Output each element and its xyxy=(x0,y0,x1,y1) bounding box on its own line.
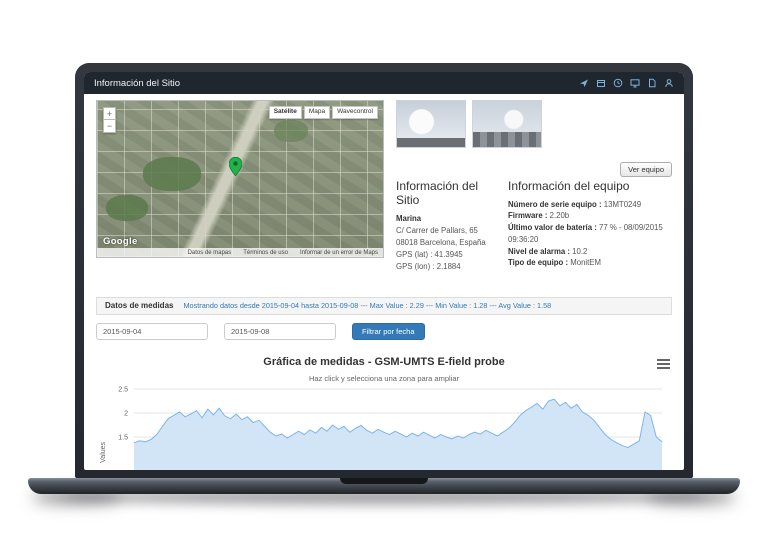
calendar-icon[interactable] xyxy=(596,78,606,88)
send-icon[interactable] xyxy=(579,78,589,88)
equipment-alarm-row: Nivel de alarma : 10.2 xyxy=(508,246,672,258)
equipment-type-row: Tipo de equipo : MonitEM xyxy=(508,257,672,269)
laptop-base xyxy=(28,478,740,494)
equipment-row-label: Número de serie equipo : xyxy=(508,199,602,209)
map-park-area xyxy=(274,119,309,142)
site-details-panel: Ver equipo Información del Sitio Marina … xyxy=(396,100,672,273)
equipment-photos xyxy=(396,100,672,148)
map[interactable]: + − Satélite Mapa Wavecontrol Google Dat… xyxy=(96,100,384,258)
equipment-row-value: 13MT0249 xyxy=(603,199,642,209)
filter-by-date-button[interactable]: Filtrar por fecha xyxy=(352,322,425,340)
map-map-button[interactable]: Mapa xyxy=(303,106,331,119)
page-content: + − Satélite Mapa Wavecontrol Google Dat… xyxy=(84,94,684,470)
svg-text:2.5: 2.5 xyxy=(118,386,128,393)
photo-antenna-1[interactable] xyxy=(396,100,466,148)
equipment-row-label: Último valor de batería : xyxy=(508,223,597,233)
site-name: Marina xyxy=(396,213,422,223)
site-gps-lon: GPS (lon) : 2.1884 xyxy=(396,261,461,271)
site-address-line2: 08018 Barcelona, España xyxy=(396,237,486,247)
google-logo[interactable]: Google xyxy=(103,236,138,247)
equipment-row-label: Nivel de alarma : xyxy=(508,246,570,256)
laptop-notch xyxy=(340,478,428,484)
svg-text:Values: Values xyxy=(100,441,107,462)
map-satellite-button[interactable]: Satélite xyxy=(268,106,302,119)
display-icon[interactable] xyxy=(630,78,640,88)
site-info-section: Información del Sitio Marina C/ Carrer d… xyxy=(396,179,500,273)
chart-subtitle: Haz click y selecciona una zona para amp… xyxy=(308,373,460,383)
equipment-battery-row: Último valor de batería : 77 % - 08/09/2… xyxy=(508,222,672,245)
map-zoom-control: + − xyxy=(103,107,116,133)
map-wavecontrol-button[interactable]: Wavecontrol xyxy=(332,106,378,119)
chart-plot-area[interactable]: 1.5 2 2.5 Values xyxy=(96,385,672,470)
map-park-area xyxy=(142,157,201,192)
date-from-input[interactable] xyxy=(96,322,208,340)
chart-menu-icon[interactable] xyxy=(657,357,670,371)
site-gps-lat: GPS (lat) : 41.3945 xyxy=(396,249,463,259)
map-zoom-out-button[interactable]: − xyxy=(103,120,116,133)
app-window: Información del Sitio + − Satélite Mapa … xyxy=(84,72,684,470)
site-address-line1: C/ Carrer de Pallars, 65 xyxy=(396,225,478,235)
titlebar-icons xyxy=(579,78,674,88)
map-data-label: Datos de mapas xyxy=(187,249,232,256)
report-map-error-link[interactable]: Informar de un error de Maps xyxy=(300,250,378,256)
equipment-row-value: 2.20b xyxy=(549,211,570,221)
measurements-header-bar: Datos de medidas Mostrando datos desde 2… xyxy=(96,296,672,315)
equipment-row-label: Firmware : xyxy=(508,211,548,221)
clock-icon[interactable] xyxy=(613,78,623,88)
map-pin-icon[interactable] xyxy=(228,157,242,177)
equipment-firmware-row: Firmware : 2.20b xyxy=(508,210,672,222)
measurement-chart: Gráfica de medidas - GSM-UMTS E-field pr… xyxy=(96,356,672,470)
ver-equipo-button[interactable]: Ver equipo xyxy=(620,162,672,177)
svg-text:2: 2 xyxy=(124,410,128,417)
photo-antenna-2[interactable] xyxy=(472,100,542,148)
map-park-area xyxy=(105,194,148,221)
titlebar: Información del Sitio xyxy=(84,72,684,94)
site-info-title: Información del Sitio xyxy=(396,179,479,207)
chart-title: Gráfica de medidas - GSM-UMTS E-field pr… xyxy=(263,355,505,368)
date-filter-row: Filtrar por fecha xyxy=(96,322,672,340)
laptop-mockup: Información del Sitio + − Satélite Mapa … xyxy=(0,0,768,560)
laptop-screen-bezel: Información del Sitio + − Satélite Mapa … xyxy=(75,63,693,478)
map-attribution: Datos de mapas Términos de uso Informar … xyxy=(97,248,383,257)
map-zoom-in-button[interactable]: + xyxy=(103,107,116,120)
equipment-row-value: MonitEM xyxy=(570,258,601,268)
equipment-row-value: 10.2 xyxy=(572,246,588,256)
document-icon[interactable] xyxy=(647,78,657,88)
user-icon[interactable] xyxy=(664,78,674,88)
equipment-info-title: Información del equipo xyxy=(508,179,630,193)
equipment-row-label: Tipo de equipo : xyxy=(508,258,569,268)
date-to-input[interactable] xyxy=(224,322,336,340)
window-title: Información del Sitio xyxy=(94,77,181,89)
measurements-summary: Mostrando datos desde 2015-09-04 hasta 2… xyxy=(183,301,552,311)
measurements-title: Datos de medidas xyxy=(105,301,174,311)
equipment-serial-row: Número de serie equipo : 13MT0249 xyxy=(508,199,672,211)
equipment-info-section: Información del equipo Número de serie e… xyxy=(508,179,672,273)
map-type-controls: Satélite Mapa Wavecontrol xyxy=(268,106,378,119)
svg-text:1.5: 1.5 xyxy=(118,434,128,441)
terms-of-use-link[interactable]: Términos de uso xyxy=(243,250,288,256)
